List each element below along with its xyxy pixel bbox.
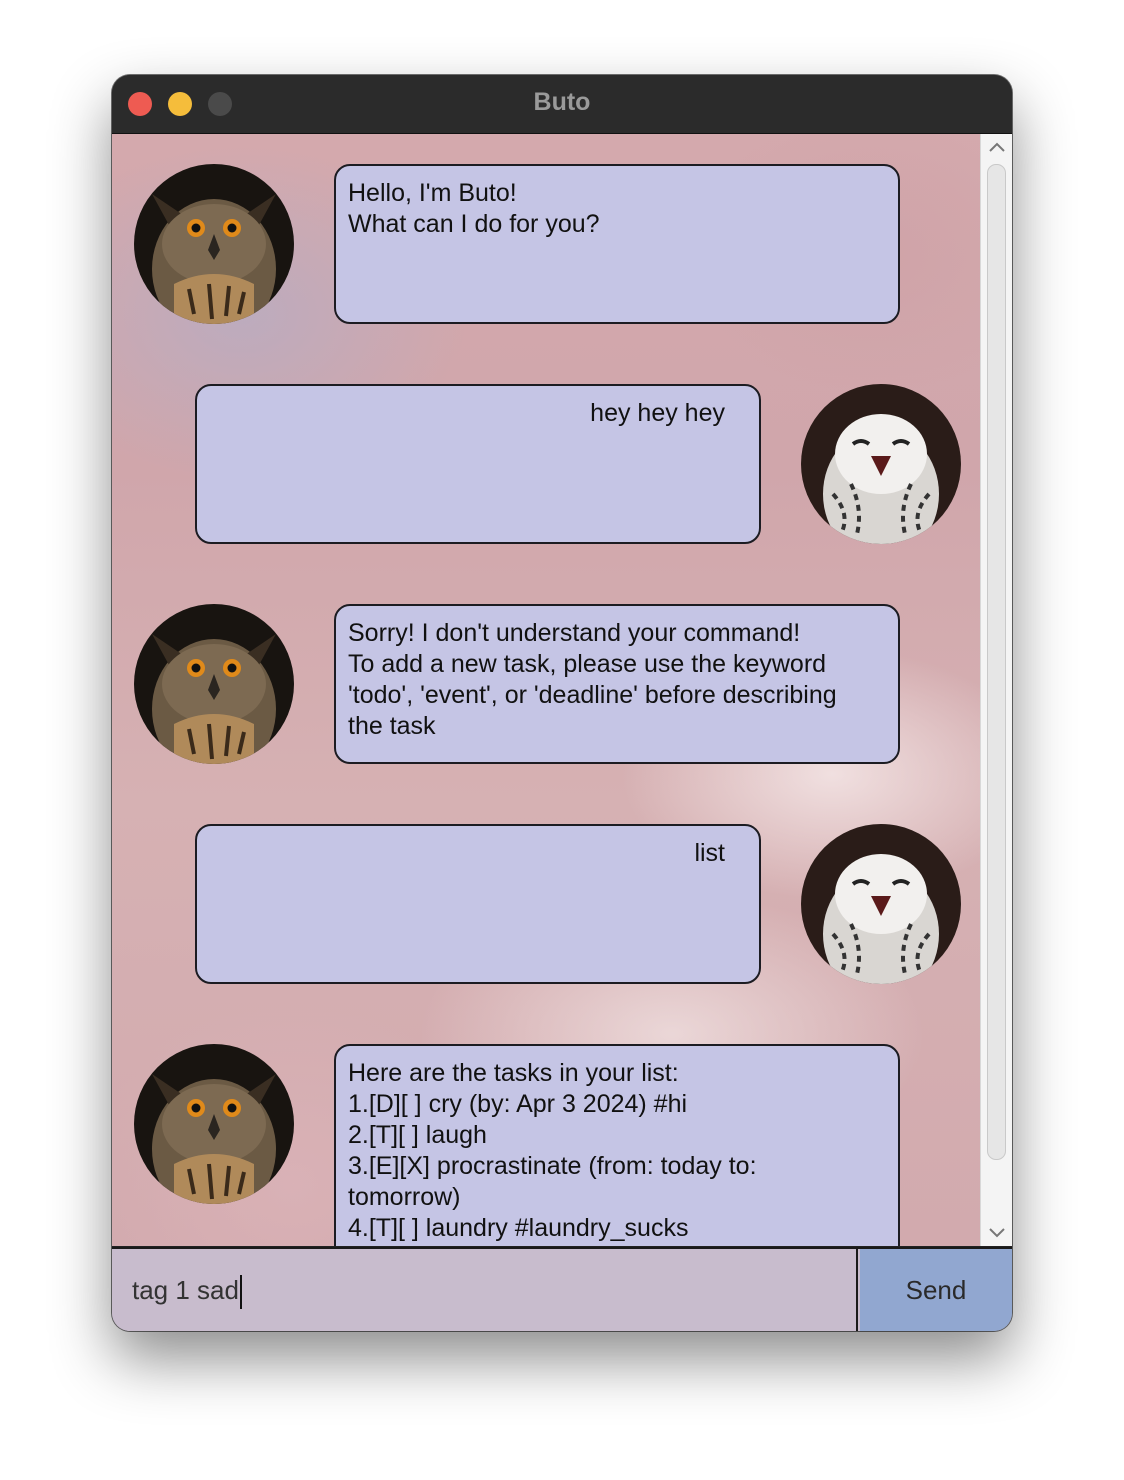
text-caret (239, 1275, 242, 1310)
chat-area: Hello, I'm Buto! What can I do for you? … (112, 134, 980, 1246)
window-title: Buto (533, 88, 591, 116)
bot-message-bubble: Sorry! I don't understand your command! … (334, 604, 900, 764)
user-avatar-icon (801, 384, 961, 544)
bot-message-bubble: Hello, I'm Buto! What can I do for you? (334, 164, 900, 324)
bot-message-bubble: Here are the tasks in your list: 1.[D][ … (334, 1044, 900, 1246)
user-message-bubble: hey hey hey (195, 384, 761, 544)
bot-avatar-icon (134, 604, 294, 764)
title-bar: Buto (112, 75, 1012, 134)
send-button[interactable]: Send (860, 1249, 1012, 1331)
app-window: Buto Hello, I'm Buto! What can I do for … (112, 75, 1012, 1331)
scroll-thumb[interactable] (987, 164, 1006, 1160)
scroll-up-arrow-icon[interactable] (987, 140, 1007, 154)
bot-avatar-icon (134, 1044, 294, 1204)
scroll-down-arrow-icon[interactable] (987, 1226, 1007, 1240)
user-avatar-icon (801, 824, 961, 984)
input-bar: tag 1 sad Send (112, 1247, 1012, 1331)
user-message-bubble: list (195, 824, 761, 984)
message-input-value: tag 1 sad (132, 1275, 239, 1305)
bot-avatar-icon (134, 164, 294, 324)
chat-scrollbar[interactable] (980, 134, 1012, 1246)
message-input[interactable]: tag 1 sad (112, 1249, 858, 1331)
